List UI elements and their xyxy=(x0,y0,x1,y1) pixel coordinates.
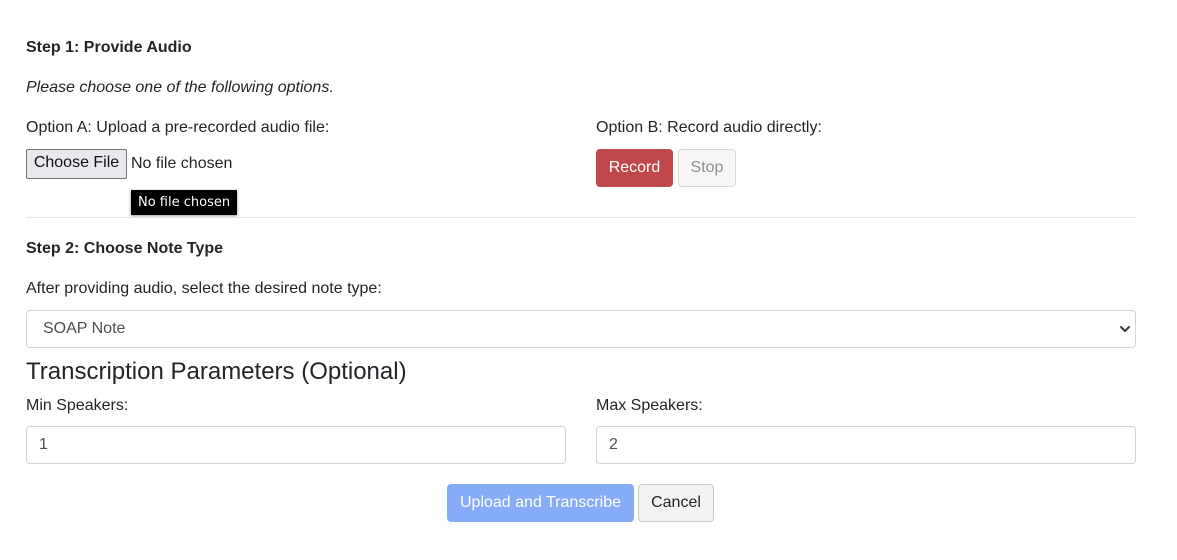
cancel-button[interactable]: Cancel xyxy=(638,484,714,522)
step2-heading: Step 2: Choose Note Type xyxy=(26,240,224,257)
note-type-selected-value: SOAP Note xyxy=(43,320,126,337)
min-speakers-input[interactable]: 1 xyxy=(26,426,566,464)
chevron-down-icon xyxy=(1120,326,1130,332)
option-b-label: Option B: Record audio directly: xyxy=(596,119,822,136)
option-a-label: Option A: Upload a pre-recorded audio fi… xyxy=(26,119,330,136)
step1-instruction: Please choose one of the following optio… xyxy=(26,79,334,96)
step2-instruction: After providing audio, select the desire… xyxy=(26,280,382,297)
note-type-select[interactable]: SOAP Note xyxy=(26,310,1136,348)
upload-and-transcribe-button[interactable]: Upload and Transcribe xyxy=(447,484,634,522)
file-status-text: No file chosen xyxy=(131,155,233,172)
record-button[interactable]: Record xyxy=(596,149,673,187)
max-speakers-label: Max Speakers: xyxy=(596,397,703,414)
section-divider xyxy=(26,217,1136,218)
max-speakers-input[interactable]: 2 xyxy=(596,426,1136,464)
min-speakers-label: Min Speakers: xyxy=(26,397,129,414)
stop-button[interactable]: Stop xyxy=(678,149,736,187)
step1-heading: Step 1: Provide Audio xyxy=(26,39,192,56)
params-heading: Transcription Parameters (Optional) xyxy=(26,358,407,385)
choose-file-button[interactable]: Choose File xyxy=(26,149,127,179)
file-tooltip: No file chosen xyxy=(131,190,238,215)
